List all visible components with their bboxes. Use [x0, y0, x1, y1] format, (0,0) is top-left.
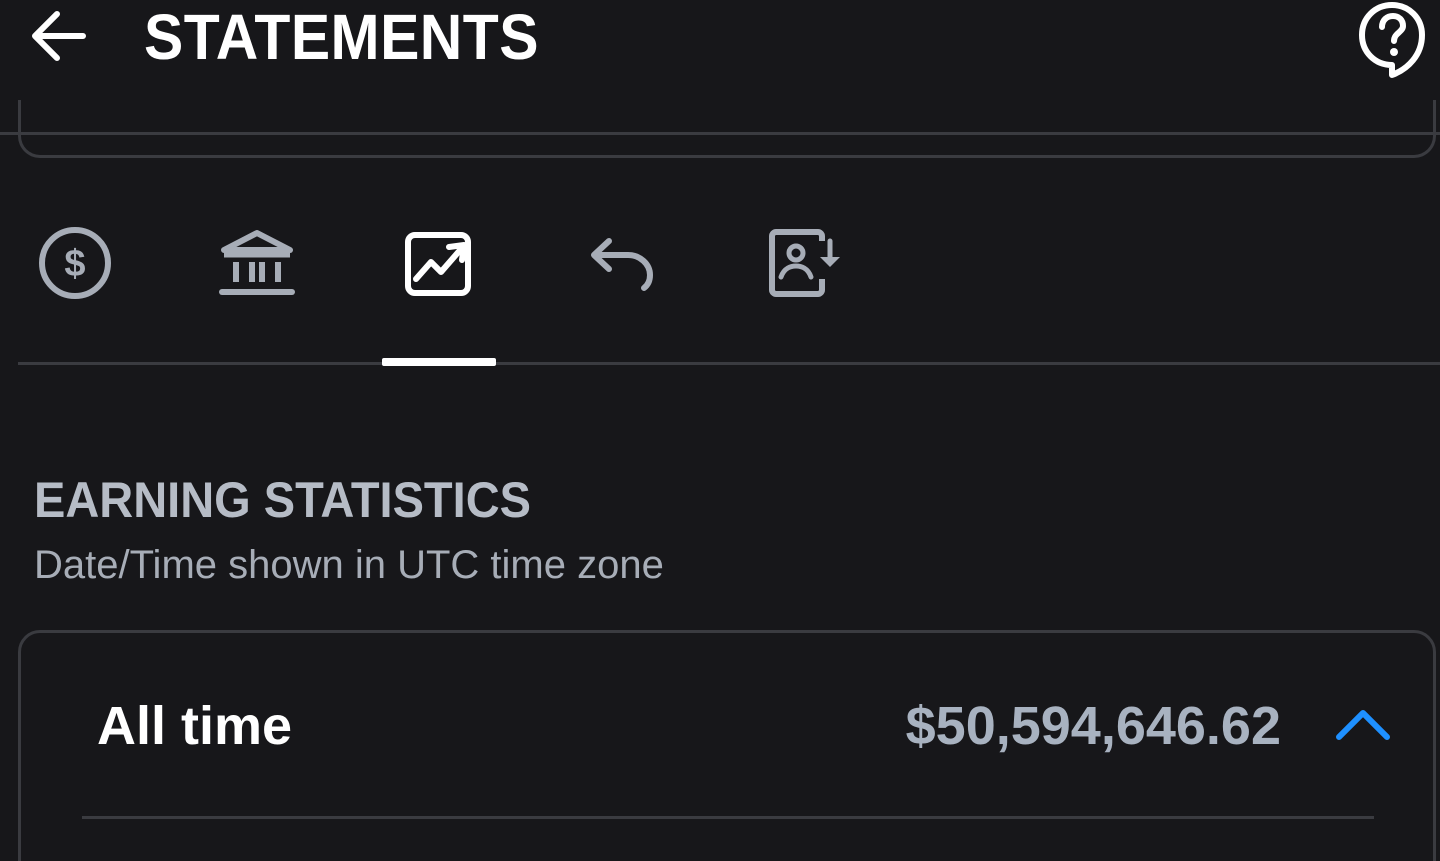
svg-text:$: $	[64, 243, 85, 285]
row-divider	[82, 816, 1374, 819]
tab-statistics[interactable]	[394, 218, 484, 308]
all-time-label: All time	[97, 696, 293, 756]
tab-refunds[interactable]	[576, 218, 666, 308]
active-tab-indicator	[382, 358, 496, 366]
section-subtitle: Date/Time shown in UTC time zone	[34, 543, 664, 587]
undo-icon	[591, 238, 654, 291]
chevron-up-icon[interactable]	[1333, 703, 1393, 743]
page-title: STATEMENTS	[144, 1, 539, 73]
tabs-divider	[18, 362, 1440, 365]
back-button[interactable]	[22, 0, 94, 72]
user-download-icon	[769, 229, 840, 297]
dollar-circle-icon: $	[39, 227, 111, 299]
chart-trend-icon	[405, 232, 471, 296]
all-time-row[interactable]: All time $50,594,646.62	[21, 633, 1433, 813]
tab-user-reports[interactable]	[758, 218, 848, 308]
arrow-left-icon	[32, 11, 86, 61]
header-divider	[0, 132, 1440, 135]
tab-bank[interactable]	[212, 218, 302, 308]
section-title: EARNING STATISTICS	[34, 472, 531, 528]
previous-card-edge	[18, 100, 1436, 158]
statements-screen: STATEMENTS $ EARNING STATISTICS Date/Tim…	[0, 0, 1440, 861]
bank-icon	[219, 230, 295, 295]
help-button[interactable]	[1356, 0, 1428, 80]
question-chat-icon	[1359, 2, 1425, 78]
tab-earnings[interactable]: $	[30, 218, 120, 308]
all-time-amount: $50,594,646.62	[905, 696, 1281, 756]
